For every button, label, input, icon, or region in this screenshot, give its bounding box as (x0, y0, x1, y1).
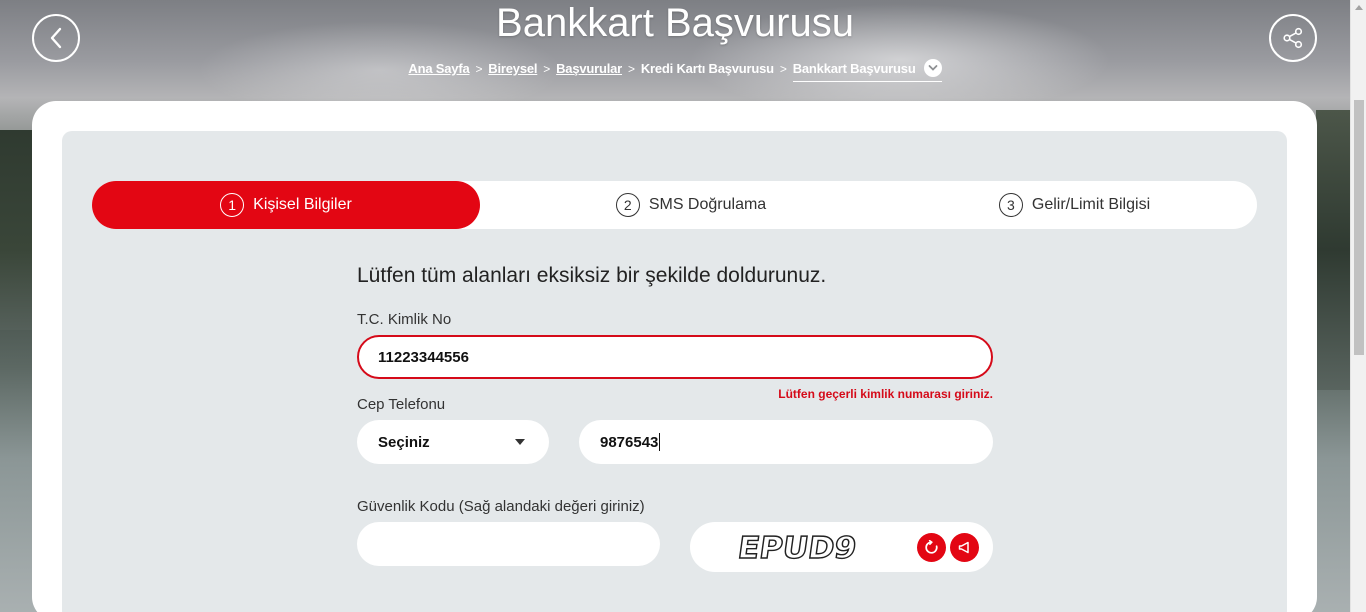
breadcrumb-link-basvurular[interactable]: Başvurular (556, 61, 622, 76)
text-cursor (659, 433, 661, 451)
step-income-limit[interactable]: 3 Gelir/Limit Bilgisi (902, 181, 1247, 229)
chevron-right-icon: > (779, 61, 787, 76)
chevron-right-icon: > (475, 61, 483, 76)
refresh-icon (925, 540, 938, 554)
breadcrumb-current-label: Bankkart Başvurusu (792, 60, 916, 76)
captcha-box: EPUD9 (690, 522, 993, 572)
audio-captcha-button[interactable] (950, 533, 979, 562)
step-sms-verification[interactable]: 2 SMS Doğrulama (480, 181, 902, 229)
breadcrumb-link-bireysel[interactable]: Bireysel (488, 61, 537, 76)
refresh-captcha-button[interactable] (917, 533, 946, 562)
phone-input[interactable]: 9876543 (579, 420, 993, 464)
phone-prefix-select[interactable]: Seçiniz (357, 420, 549, 464)
tc-label: T.C. Kimlik No (357, 311, 452, 328)
phone-prefix-value: Seçiniz (378, 433, 430, 451)
page-title: Bankkart Başvurusu (496, 1, 854, 45)
stepper: 1 Kişisel Bilgiler 2 SMS Doğrulama 3 Gel… (92, 181, 1257, 229)
step-number: 1 (220, 193, 245, 217)
security-code-label: Güvenlik Kodu (Sağ alandaki değeri girin… (357, 498, 645, 515)
breadcrumb-link-home[interactable]: Ana Sayfa (408, 61, 469, 76)
step-label: Kişisel Bilgiler (253, 196, 352, 213)
step-label: Gelir/Limit Bilgisi (1031, 196, 1151, 213)
captcha-image: EPUD9 (735, 530, 860, 566)
chevron-down-icon (923, 59, 942, 77)
background-trees (1316, 110, 1350, 390)
tc-error-message: Lütfen geçerli kimlik numarası giriniz. (778, 387, 993, 401)
phone-label: Cep Telefonu (357, 396, 446, 413)
form-intro: Lütfen tüm alanları eksiksiz bir şekilde… (357, 264, 827, 287)
chevron-right-icon: > (543, 61, 551, 76)
captcha-text: EPUD9 (736, 531, 859, 566)
step-label: SMS Doğrulama (648, 196, 767, 213)
scroll-up-arrow[interactable] (1355, 5, 1363, 10)
step-number: 3 (998, 193, 1023, 217)
chevron-right-icon: > (628, 61, 635, 76)
scrollbar[interactable] (1350, 0, 1366, 612)
security-code-input[interactable] (357, 522, 660, 566)
step-number: 2 (615, 193, 640, 217)
tc-input[interactable]: 11223344556 (357, 335, 993, 379)
breadcrumb: Ana Sayfa > Bireysel > Başvurular > Kred… (0, 55, 1350, 82)
scrollbar-thumb[interactable] (1354, 100, 1364, 355)
breadcrumb-item-kredi-karti: Kredi Kartı Başvurusu (640, 61, 774, 76)
caret-down-icon (515, 439, 525, 445)
speaker-icon (958, 541, 969, 554)
tc-input-value: 11223344556 (378, 348, 469, 366)
step-personal-info[interactable]: 1 Kişisel Bilgiler (92, 181, 480, 229)
breadcrumb-current-dropdown[interactable]: Bankkart Başvurusu (792, 59, 942, 82)
phone-input-value: 9876543 (600, 433, 659, 451)
